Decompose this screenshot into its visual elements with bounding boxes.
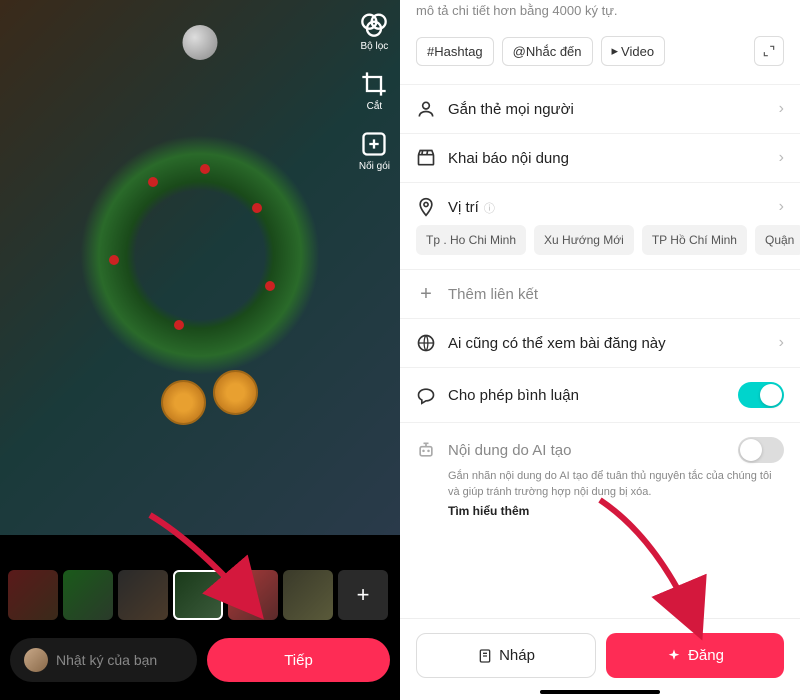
bottom-bar: Nhật ký của bạn Tiếp xyxy=(0,626,400,700)
image-preview[interactable]: Bộ lọc Cắt Nối gói xyxy=(0,0,400,535)
person-icon xyxy=(416,99,436,119)
thumbnail-selected[interactable] xyxy=(173,570,223,620)
chevron-right-icon: › xyxy=(779,334,784,352)
post-label: Đăng xyxy=(688,647,724,664)
hashtag-chip[interactable]: #Hashtag xyxy=(416,37,494,66)
location-suggestions: Tp . Ho Chi Minh Xu Hướng Mới TP Hồ Chí … xyxy=(400,225,800,269)
filter-icon xyxy=(360,10,388,38)
globe-icon xyxy=(416,333,436,353)
add-image-button[interactable]: + xyxy=(338,570,388,620)
filter-tool[interactable]: Bộ lọc xyxy=(360,10,388,52)
chevron-right-icon: › xyxy=(779,100,784,118)
location-chip[interactable]: TP Hồ Chí Minh xyxy=(642,225,747,255)
ai-content-toggle[interactable] xyxy=(738,437,784,463)
action-bar: Nháp Đăng xyxy=(400,618,800,700)
ai-description: Gắn nhãn nội dung do AI tạo để tuân thủ … xyxy=(400,469,800,504)
location-chip[interactable]: Xu Hướng Mới xyxy=(534,225,634,255)
add-link-row[interactable]: + Thêm liên kết xyxy=(400,269,800,318)
post-button[interactable]: Đăng xyxy=(606,633,784,678)
merge-tool[interactable]: Nối gói xyxy=(359,130,390,172)
video-chip[interactable]: ▸Video xyxy=(601,36,666,66)
visibility-label: Ai cũng có thể xem bài đăng này xyxy=(448,335,767,352)
clapper-icon xyxy=(416,148,436,168)
location-chip[interactable]: Tp . Ho Chi Minh xyxy=(416,225,526,255)
location-row[interactable]: Vị trí ⓘ › xyxy=(400,182,800,225)
merge-label: Nối gói xyxy=(359,161,390,172)
thumbnail[interactable] xyxy=(8,570,58,620)
allow-comments-row: Cho phép bình luận xyxy=(400,367,800,422)
home-indicator xyxy=(540,690,660,694)
crop-icon xyxy=(360,70,388,98)
draft-label: Nháp xyxy=(499,647,535,664)
ai-content-row: Nội dung do AI tạo xyxy=(400,422,800,469)
disclose-content-row[interactable]: Khai báo nội dung › xyxy=(400,133,800,182)
tag-people-row[interactable]: Gắn thẻ mọi người › xyxy=(400,84,800,133)
chevron-right-icon: › xyxy=(779,149,784,167)
visibility-row[interactable]: Ai cũng có thể xem bài đăng này › xyxy=(400,318,800,367)
next-button[interactable]: Tiếp xyxy=(207,638,390,682)
crop-label: Cắt xyxy=(367,101,383,112)
thumbnail[interactable] xyxy=(118,570,168,620)
post-settings-screen: mô tả chi tiết hơn bằng 4000 ký tự. #Has… xyxy=(400,0,800,700)
avatar xyxy=(24,648,48,672)
location-icon xyxy=(416,197,436,217)
sparkle-icon xyxy=(666,648,682,664)
filter-label: Bộ lọc xyxy=(361,41,389,52)
info-icon: ⓘ xyxy=(481,203,495,215)
next-label: Tiếp xyxy=(284,652,313,669)
diary-placeholder: Nhật ký của bạn xyxy=(56,652,157,668)
plus-icon: + xyxy=(416,284,436,304)
plus-square-icon xyxy=(360,130,388,158)
robot-icon xyxy=(416,440,436,460)
thumbnail[interactable] xyxy=(283,570,333,620)
crop-tool[interactable]: Cắt xyxy=(360,70,388,112)
learn-more-link[interactable]: Tìm hiểu thêm xyxy=(400,504,800,532)
disclose-label: Khai báo nội dung xyxy=(448,150,767,167)
draft-icon xyxy=(477,648,493,664)
location-chip[interactable]: Quận xyxy=(755,225,800,255)
expand-button[interactable] xyxy=(754,36,784,66)
comment-icon xyxy=(416,385,436,405)
edit-toolbar: Bộ lọc Cắt Nối gói xyxy=(359,10,390,172)
mention-chip[interactable]: @Nhắc đến xyxy=(502,37,593,66)
play-icon: ▸ xyxy=(612,43,619,59)
add-link-label: Thêm liên kết xyxy=(448,286,784,303)
comments-label: Cho phép bình luận xyxy=(448,387,726,404)
editor-screen: Bộ lọc Cắt Nối gói ⌄ + Nhật ký của bạn T… xyxy=(0,0,400,700)
location-label: Vị trí ⓘ xyxy=(448,199,767,216)
thumbnail[interactable] xyxy=(228,570,278,620)
thumbnail-strip: + xyxy=(0,564,400,626)
tag-people-label: Gắn thẻ mọi người xyxy=(448,101,767,118)
your-diary-button[interactable]: Nhật ký của bạn xyxy=(10,638,197,682)
collapse-thumbs[interactable]: ⌄ xyxy=(0,535,400,564)
ai-content-label: Nội dung do AI tạo xyxy=(448,442,726,459)
expand-icon xyxy=(762,44,776,58)
description-hint: mô tả chi tiết hơn bằng 4000 ký tự. xyxy=(400,0,800,32)
insert-chip-row: #Hashtag @Nhắc đến ▸Video xyxy=(400,32,800,84)
comments-toggle[interactable] xyxy=(738,382,784,408)
thumbnail[interactable] xyxy=(63,570,113,620)
draft-button[interactable]: Nháp xyxy=(416,633,596,678)
chevron-right-icon: › xyxy=(779,198,784,216)
